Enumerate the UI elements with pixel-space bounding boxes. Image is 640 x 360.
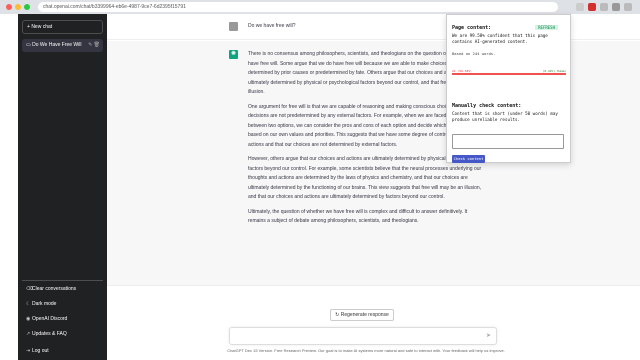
profile-icon[interactable]: [612, 3, 620, 11]
extension-icon[interactable]: [576, 3, 584, 11]
detector-extension-icon[interactable]: [588, 3, 596, 11]
browser-toolbar: chat.openai.com/chat/b3399964-eb6e-4987-…: [0, 0, 640, 14]
confidence-bar: AI (99.58%) (0.42%) Human: [452, 69, 566, 75]
assistant-paragraph: Ultimately, the question of whether we h…: [248, 208, 468, 225]
close-window-button[interactable]: [6, 4, 12, 10]
edit-delete-icons[interactable]: ✎ 🗑: [88, 39, 100, 52]
user-message: Do we have free will?: [248, 23, 296, 29]
updates-faq-link[interactable]: ↗ Updates & FAQ: [22, 328, 103, 340]
maximize-window-button[interactable]: [24, 4, 30, 10]
regenerate-response-button[interactable]: ↻ Regenerate response: [330, 309, 394, 321]
sidebar: + New chat ▭ Do We Have Free Will ✎ 🗑 ⌫C…: [18, 14, 107, 360]
kebab-menu-icon[interactable]: [624, 3, 632, 11]
openai-discord-link[interactable]: ◉ OpenAI Discord: [22, 313, 103, 325]
footer-disclaimer: ChatGPT Dec 15 Version. Free Research Pr…: [227, 348, 505, 353]
manual-content-textarea[interactable]: [452, 134, 564, 149]
log-out-button[interactable]: ⇥ Log out: [22, 345, 103, 357]
send-icon[interactable]: ➤: [486, 332, 491, 339]
minimize-window-button[interactable]: [15, 4, 21, 10]
check-content-button[interactable]: Check content: [452, 155, 485, 163]
refresh-button[interactable]: REFRESH: [535, 25, 558, 30]
sidebar-conversation-item[interactable]: ▭ Do We Have Free Will ✎ 🗑: [22, 39, 103, 52]
confidence-text: We are 99.58% confident that this page c…: [452, 33, 548, 44]
new-chat-button[interactable]: + New chat: [22, 20, 103, 34]
address-bar[interactable]: chat.openai.com/chat/b3399964-eb6e-4987-…: [38, 2, 558, 12]
openai-logo-icon: ✺: [229, 50, 238, 59]
popup-title: Page content:: [452, 25, 492, 31]
message-input[interactable]: ➤: [229, 327, 497, 345]
user-avatar: [229, 22, 238, 31]
dark-mode-button[interactable]: ☾ Dark mode: [22, 298, 103, 310]
manual-check-description: Content that is short (under 50 words) m…: [452, 111, 558, 122]
puzzle-icon[interactable]: [600, 3, 608, 11]
sidebar-divider: [22, 280, 103, 281]
ai-detector-popup: Page content: REFRESH We are 99.58% conf…: [446, 14, 571, 163]
ai-confidence-fill: [452, 73, 566, 75]
manual-check-title: Manually check content:: [452, 103, 522, 109]
clear-conversations-button[interactable]: ⌫Clear conversations: [22, 283, 103, 295]
word-count-text: Based on 244 words.: [452, 51, 496, 56]
